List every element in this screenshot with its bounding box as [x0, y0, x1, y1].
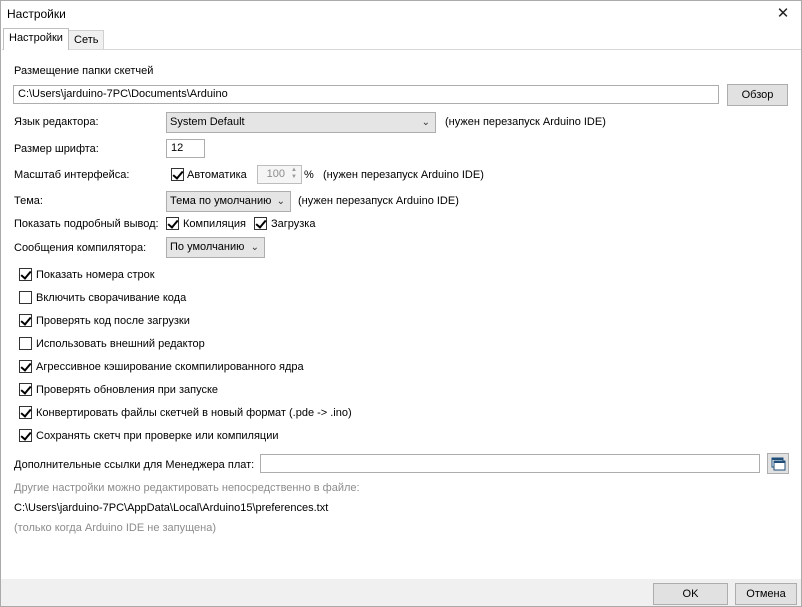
scale-spinner: 100 ▲ ▼ [257, 165, 302, 184]
preferences-window: Настройки ✕ Настройки Сеть Размещение па… [0, 0, 802, 607]
scale-unit: % [304, 169, 314, 181]
title-bar: Настройки ✕ [1, 1, 801, 27]
theme-note: (нужен перезапуск Arduino IDE) [298, 195, 459, 207]
verbose-label: Показать подробный вывод: [14, 218, 159, 230]
close-icon[interactable]: ✕ [765, 1, 801, 27]
scale-auto-label: Автоматика [187, 169, 247, 181]
window-list-icon[interactable] [767, 453, 789, 474]
tab-settings[interactable]: Настройки [3, 28, 69, 50]
prefs-hint: (только когда Arduino IDE не запущена) [14, 522, 217, 534]
warnings-value: По умолчанию [170, 241, 245, 253]
chevron-down-icon: ⌄ [250, 242, 259, 253]
settings-panel: Размещение папки скетчей C:\Users\jardui… [2, 49, 801, 580]
verbose-upload-label: Загрузка [271, 218, 316, 230]
board-urls-label: Дополнительные ссылки для Менеджера плат… [14, 459, 255, 471]
option-label: Агрессивное кэширование скомпилированног… [36, 361, 304, 373]
language-note: (нужен перезапуск Arduino IDE) [445, 116, 606, 128]
scale-value: 100 [266, 168, 285, 180]
verbose-compile-checkbox[interactable] [166, 217, 179, 230]
font-size-label: Размер шрифта: [14, 143, 99, 155]
option-checkbox[interactable] [19, 268, 32, 281]
board-urls-input[interactable] [260, 454, 760, 473]
option-checkbox[interactable] [19, 360, 32, 373]
option-checkbox[interactable] [19, 383, 32, 396]
tab-bar: Настройки Сеть [1, 28, 801, 50]
option-checkbox[interactable] [19, 406, 32, 419]
option-checkbox[interactable] [19, 337, 32, 350]
chevron-down-icon: ⌄ [421, 117, 430, 128]
option-checkbox[interactable] [19, 314, 32, 327]
option-label: Конвертировать файлы скетчей в новый фор… [36, 407, 352, 419]
cancel-button[interactable]: Отмена [735, 583, 797, 605]
tab-network[interactable]: Сеть [68, 30, 105, 50]
ok-button[interactable]: OK [653, 583, 728, 605]
theme-select[interactable]: Тема по умолчанию ⌄ [166, 191, 291, 212]
window-title: Настройки [7, 7, 66, 21]
option-label: Проверять код после загрузки [36, 315, 190, 327]
option-label: Включить сворачивание кода [36, 292, 187, 304]
scale-label: Масштаб интерфейса: [14, 169, 130, 181]
theme-label: Тема: [14, 195, 43, 207]
verbose-upload-checkbox[interactable] [254, 217, 267, 230]
sketchbook-label: Размещение папки скетчей [14, 65, 154, 77]
language-select[interactable]: System Default ⌄ [166, 112, 436, 133]
verbose-compile-label: Компиляция [183, 218, 246, 230]
language-value: System Default [170, 116, 245, 128]
option-checkbox[interactable] [19, 429, 32, 442]
prefs-note: Другие настройки можно редактировать неп… [14, 482, 360, 494]
font-size-input[interactable]: 12 [166, 139, 205, 158]
option-label: Сохранять скетч при проверке или компиля… [36, 430, 279, 442]
chevron-down-icon: ⌄ [276, 196, 285, 207]
browse-button[interactable]: Обзор [727, 84, 788, 106]
option-checkbox[interactable] [19, 291, 32, 304]
option-label: Использовать внешний редактор [36, 338, 205, 350]
warnings-select[interactable]: По умолчанию ⌄ [166, 237, 265, 258]
scale-auto-checkbox[interactable] [171, 168, 184, 181]
dialog-footer: OK Отмена [1, 579, 801, 606]
language-label: Язык редактора: [14, 116, 99, 128]
option-label: Проверять обновления при запуске [36, 384, 219, 396]
option-label: Показать номера строк [36, 269, 155, 281]
spinner-arrows-icon: ▲ ▼ [291, 167, 297, 180]
theme-value: Тема по умолчанию [170, 195, 272, 207]
prefs-path: C:\Users\jarduino-7PC\AppData\Local\Ardu… [14, 502, 329, 514]
scale-note: (нужен перезапуск Arduino IDE) [323, 169, 484, 181]
warnings-label: Сообщения компилятора: [14, 242, 147, 254]
sketchbook-path-input[interactable]: C:\Users\jarduino-7PC\Documents\Arduino [13, 85, 719, 104]
